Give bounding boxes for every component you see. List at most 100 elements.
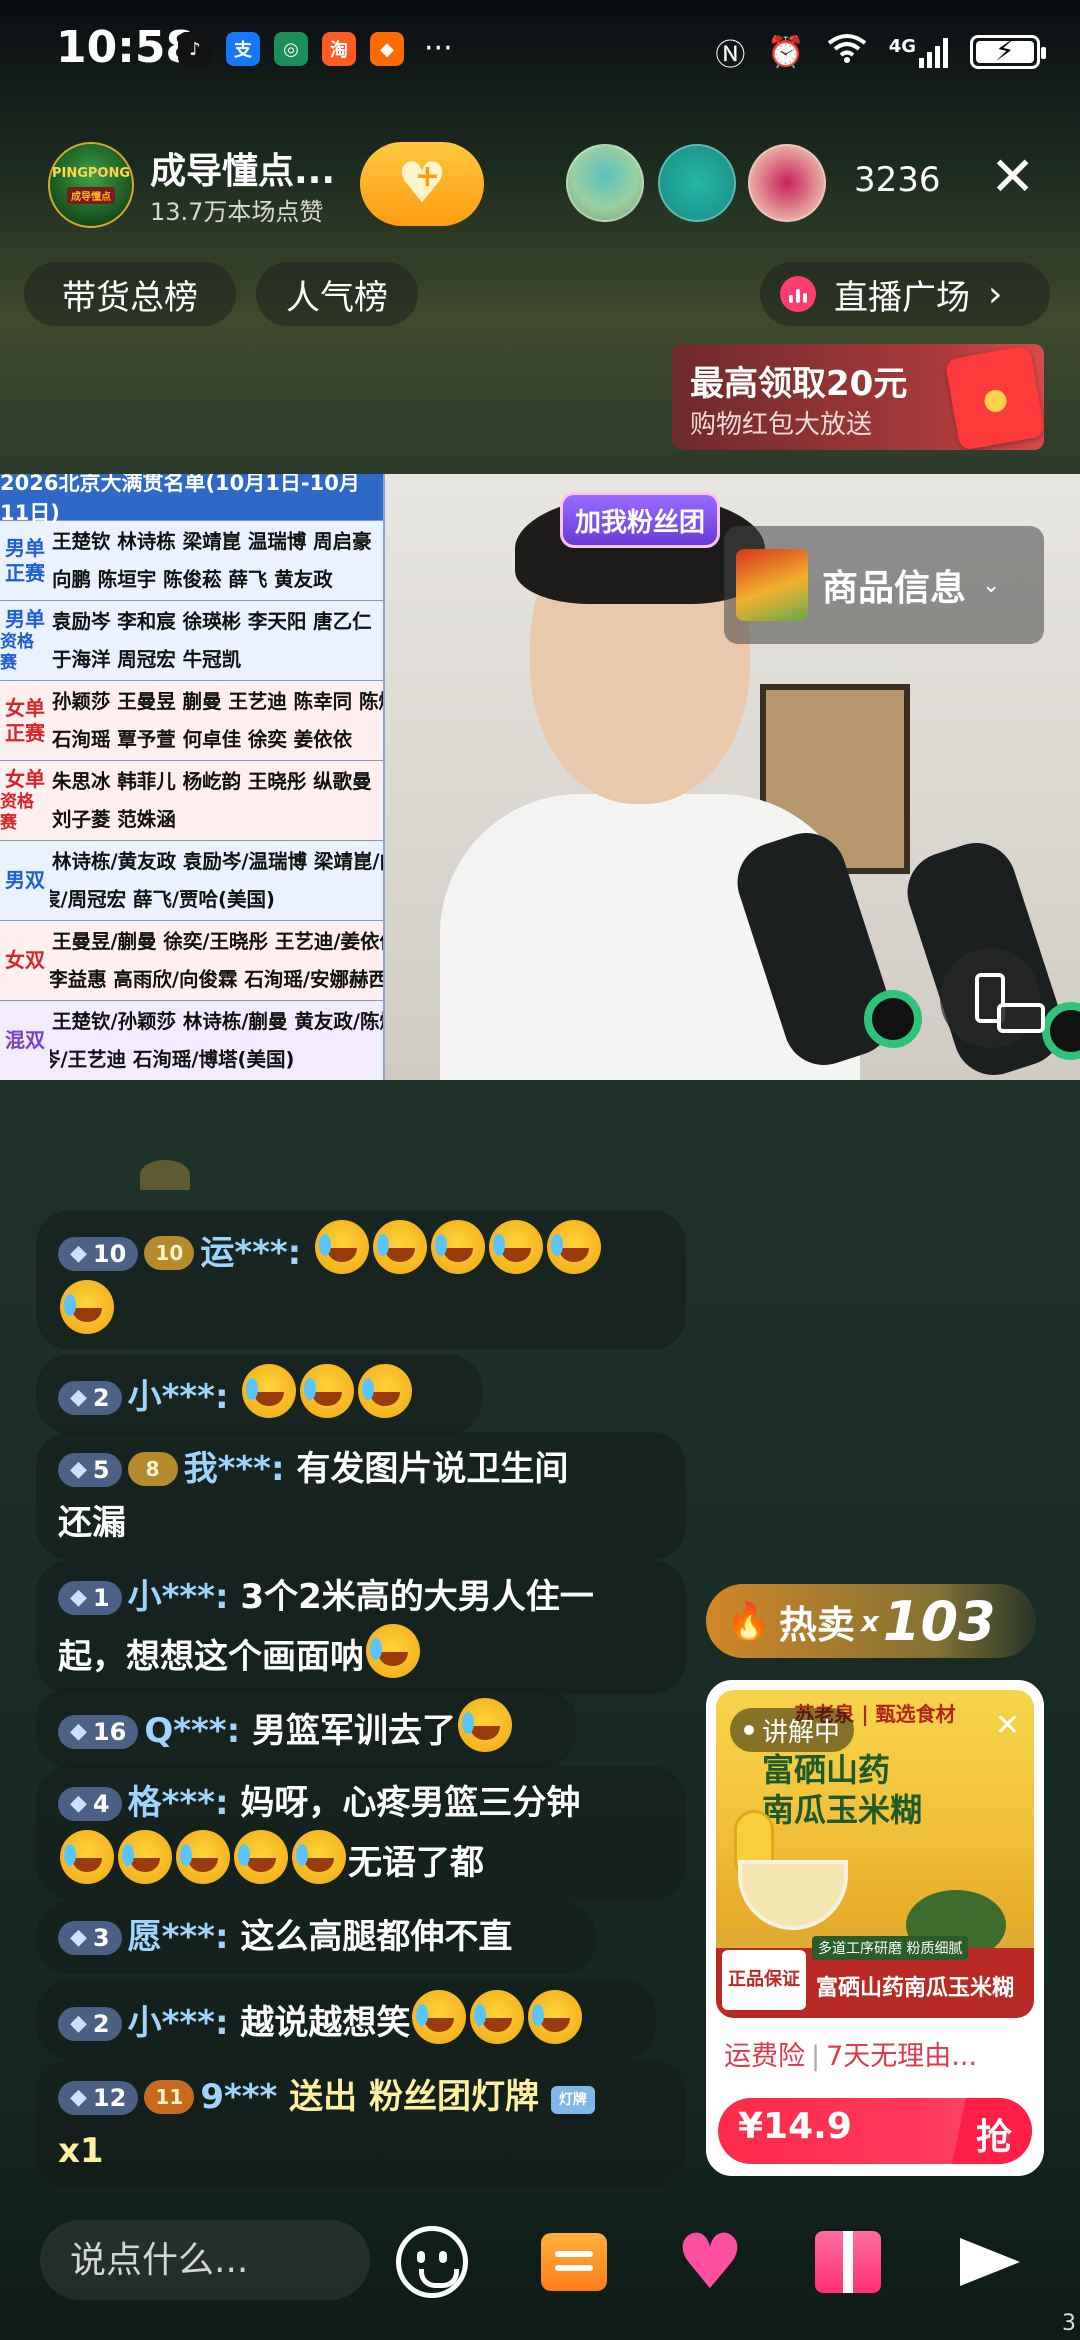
comment-item[interactable]: ◆ 16 Q***: 男篮军训去了 (36, 1688, 576, 1768)
schedule-players-line1: 王楚钦 林诗栋 梁靖崑 温瑞博 周启豪 (52, 530, 372, 553)
viewer-avatar-1[interactable] (566, 144, 644, 222)
laugh-cry-emoji (60, 1280, 114, 1334)
comment-username[interactable]: 小***: (128, 2003, 229, 2043)
live-video[interactable]: 加我粉丝团 商品信息 ⌄ 2026北京大满贯名单(10月1日-10月11日) 男… (0, 474, 1080, 1080)
schedule-category-event: 男单 (5, 606, 45, 631)
viewer-count[interactable]: 3236 (854, 160, 941, 200)
page-number: 3 (1062, 2311, 1076, 2336)
schedule-category-event: 男双 (5, 868, 45, 892)
comment-username[interactable]: 9*** (200, 2077, 277, 2117)
schedule-players-line1: 林诗栋/黄友政 袁励岑/温瑞博 梁靖崑/向鹏 (52, 850, 383, 873)
product-card[interactable]: 苏老泉 | 甄选食材 富硒山药 南瓜玉米糊 多道工序研磨 粉质细腻 正品保证 富… (706, 1680, 1044, 2176)
explaining-label: 讲解中 (762, 1717, 841, 1748)
close-card-icon[interactable]: ✕ (995, 1708, 1020, 1743)
diamond-icon: ◆ (70, 1719, 87, 1744)
product-tags: 运费险 | 7天无理由... (724, 2041, 978, 2072)
product-info-button[interactable]: 商品信息 ⌄ (724, 526, 1044, 644)
host-avatar[interactable]: PINGPONG 成导懂点 (48, 142, 134, 228)
host-name[interactable]: 成导懂点... (150, 142, 335, 194)
schedule-players: 孙颖莎 王曼昱 蒯曼 王艺迪 陈幸同 陈熠 石洵瑶 覃予萱 何卓佳 徐奕 姜依依 (50, 681, 383, 760)
product-strip-text: 富硒山药南瓜玉米糊 (816, 1976, 1015, 2001)
hot-sale-count: 103 (882, 1589, 996, 1653)
schedule-category-event: 女双 (5, 948, 45, 972)
comment-item[interactable]: ◆ 12 11 9*** 送出 粉丝团灯牌 灯牌 x1 (36, 2060, 686, 2188)
schedule-players: 朱思冰 韩菲儿 杨屹韵 王晓彤 纵歌曼 刘子菱 范姝涵 (50, 761, 383, 840)
comment-item[interactable]: ◆ 1 小***: 3个2米高的大男人住一 起，想想这个画面呐 (36, 1560, 686, 1694)
schedule-players: 袁励岑 李和宸 徐瑛彬 李天阳 唐乙仁 于海洋 周冠宏 牛冠凯 (50, 601, 383, 680)
product-price: ¥14.9 (738, 2106, 852, 2147)
emoji-button[interactable] (392, 2222, 472, 2302)
schedule-players-line2: 向鹏 陈垣宇 陈俊菘 薛飞 黄友政 (52, 568, 333, 591)
schedule-category: 男单 资格赛 (0, 601, 50, 680)
cart-icon (541, 2233, 607, 2291)
avatar-logo-text: PINGPONG (51, 166, 131, 181)
tag-shipping-insurance: 运费险 (724, 2041, 805, 2072)
comment-input[interactable] (40, 2220, 370, 2300)
share-arrow-icon (960, 2238, 1020, 2286)
comment-text-line2: x1 (58, 2131, 104, 2171)
comment-username[interactable]: 小***: (128, 1577, 229, 1617)
comment-username[interactable]: 格***: (128, 1783, 229, 1823)
wifi-icon (827, 33, 867, 71)
schedule-players-line2: 李和宸/周冠宏 薛飞/贾哈(美国) (50, 888, 275, 911)
comment-item[interactable]: ◆ 2 小***: (36, 1354, 482, 1434)
comment-item[interactable]: ◆ 3 愿***: 这么高腿都伸不直 (36, 1900, 596, 1974)
popularity-rank-chip[interactable]: 人气榜 (256, 262, 418, 326)
join-fan-club-badge[interactable]: 加我粉丝团 (560, 492, 720, 548)
follow-button[interactable]: ♥ + (360, 142, 484, 226)
schedule-category: 女双 (0, 921, 50, 1000)
schedule-category-stage: 正赛 (5, 560, 45, 585)
product-name-line1: 富硒山药 (762, 1751, 891, 1789)
taobao-icon: 淘 (322, 32, 356, 66)
comment-item[interactable]: ◆ 10 10 运***: (36, 1210, 686, 1350)
laugh-cry-emoji (292, 1830, 346, 1884)
red-packet-banner[interactable]: 最高领取20元 购物红包大放送 (672, 344, 1044, 450)
user-level-badge: ◆ 3 (58, 1921, 122, 1955)
user-level-badge: ◆ 10 (58, 1237, 139, 1271)
laugh-cry-emoji (528, 1990, 583, 2044)
comment-item[interactable]: ◆ 5 8 我***: 有发图片说卫生间 还漏 (36, 1432, 686, 1560)
schedule-category-event: 女单 (5, 695, 45, 720)
buy-button[interactable]: ¥14.9 抢 (718, 2098, 1032, 2164)
comment-item[interactable]: ◆ 2 小***: 越说越想笑 (36, 1980, 656, 2060)
comment-username[interactable]: 我***: (184, 1449, 285, 1489)
schedule-row: 男单 资格赛 袁励岑 李和宸 徐瑛彬 李天阳 唐乙仁 于海洋 周冠宏 牛冠凯 (0, 600, 383, 680)
more-notifications-icon: ··· (424, 31, 453, 66)
comment-username[interactable]: 愿***: (128, 1917, 229, 1957)
laugh-cry-emoji (300, 1364, 355, 1418)
viewer-avatar-3[interactable] (748, 144, 826, 222)
gift-button[interactable] (808, 2222, 888, 2302)
comment-text: 有发图片说卫生间 (296, 1449, 569, 1489)
viewer-avatar-2[interactable] (658, 144, 736, 222)
user-level: 16 (92, 1718, 127, 1746)
user-level-badge: ◆ 16 (58, 1715, 139, 1749)
schedule-players: 王曼昱/蒯曼 徐奕/王晓彤 王艺迪/姜依依陈熠/李益惠 高雨欣/向俊霖 石洵瑶/… (50, 921, 383, 1000)
schedule-row: 女双王曼昱/蒯曼 徐奕/王晓彤 王艺迪/姜依依陈熠/李益惠 高雨欣/向俊霖 石洵… (0, 920, 383, 1000)
nfc-icon: Ⓝ (715, 38, 746, 73)
network-type: 4G (888, 36, 916, 57)
shopping-cart-button[interactable] (534, 2222, 614, 2302)
comment-username[interactable]: 运***: (200, 1233, 301, 1273)
live-plaza-button[interactable]: 直播广场 › (760, 262, 1050, 326)
schedule-row: 混双王楚钦/孙颖莎 林诗栋/蒯曼 黄友政/陈熠袁励岑/王艺迪 石洵瑶/博塔(美国… (0, 1000, 383, 1080)
rotate-screen-icon[interactable] (940, 948, 1045, 1048)
heart-plus-icon: ♥ + (396, 151, 448, 216)
schedule-row: 女单 正赛 孙颖莎 王曼昱 蒯曼 王艺迪 陈幸同 陈熠 石洵瑶 覃予萱 何卓佳 徐奕 … (0, 680, 383, 760)
laugh-cry-emoji (315, 1220, 370, 1274)
schedule-category-event: 男单 (5, 535, 45, 560)
fire-icon: 🔥 (726, 1601, 771, 1642)
comment-text: 妈呀，心疼男篮三分钟 (240, 1783, 581, 1823)
comment-username[interactable]: Q***: (144, 1711, 240, 1751)
diamond-icon: ◆ (70, 1385, 87, 1410)
share-button[interactable] (950, 2222, 1030, 2302)
close-icon[interactable]: ✕ (990, 150, 1035, 204)
live-dot-icon (744, 1725, 754, 1735)
comment-text: 送出 粉丝团灯牌 (289, 2077, 540, 2117)
comment-username[interactable]: 小***: (128, 1377, 229, 1417)
heart-icon: ♥ (675, 2217, 745, 2306)
hot-sale-label: 热卖 (778, 1602, 855, 1647)
bowl-image (738, 1860, 848, 1930)
like-button[interactable]: ♥ (670, 2222, 750, 2302)
comment-item[interactable]: ◆ 4 格***: 妈呀，心疼男篮三分钟 无语了都 (36, 1766, 686, 1900)
sales-rank-chip[interactable]: 带货总榜 (24, 262, 236, 326)
